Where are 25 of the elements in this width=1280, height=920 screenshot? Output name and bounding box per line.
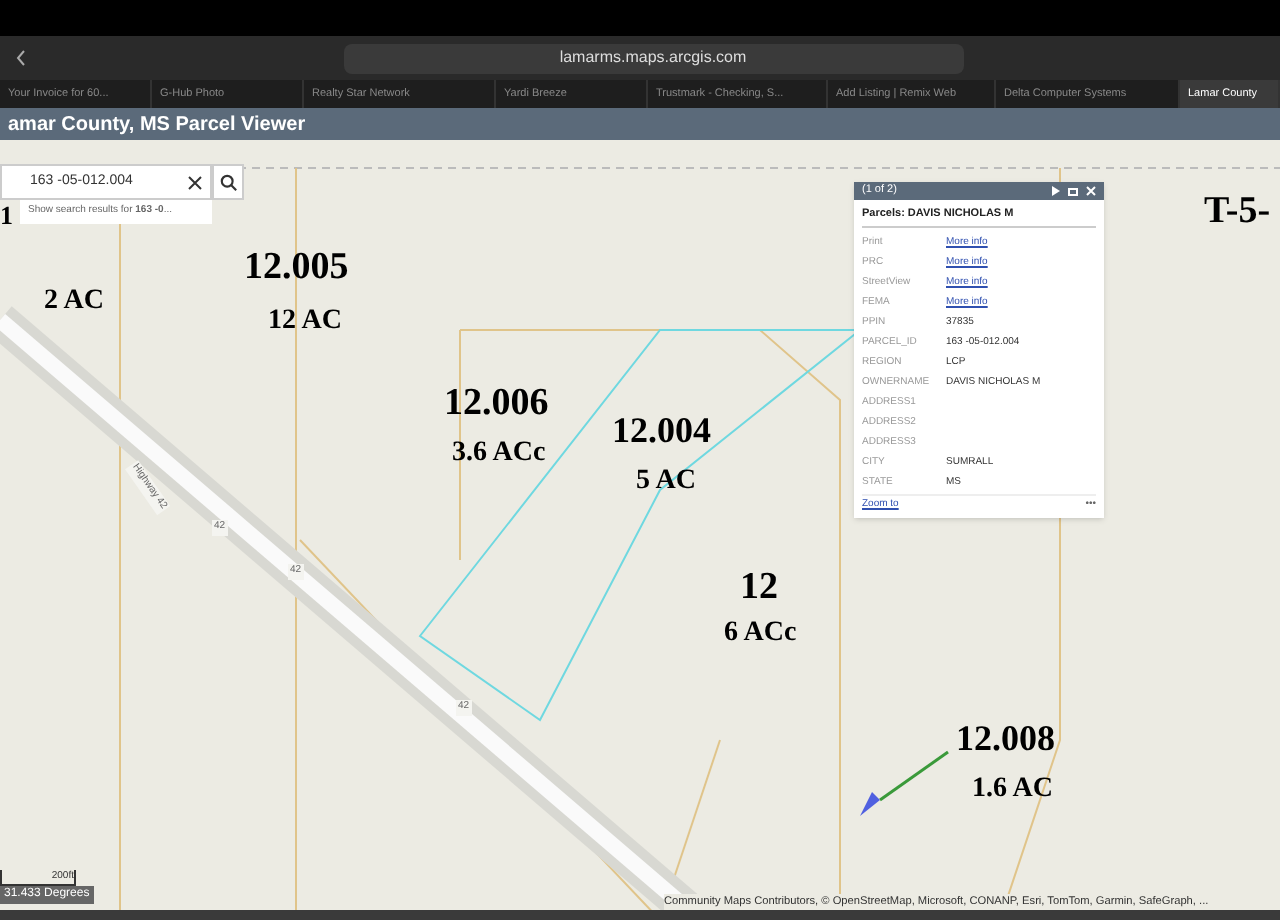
back-icon[interactable] — [16, 50, 26, 66]
address-bar[interactable]: lamarms.maps.arcgis.com — [343, 43, 963, 73]
search-icon — [219, 173, 237, 191]
parcel-label: 5 AC — [636, 464, 696, 500]
clear-icon[interactable] — [188, 175, 202, 189]
parcel-label: 12 AC — [268, 304, 342, 340]
parcel-label: 12.006 — [444, 380, 549, 428]
parcel-label: 12.008 — [956, 716, 1055, 762]
map-canvas[interactable] — [0, 140, 1280, 920]
parcel-label: 3.6 ACc — [452, 436, 546, 472]
arrow-drawing — [860, 750, 949, 816]
parcel-label: T-5- — [1204, 188, 1271, 236]
close-icon[interactable] — [1086, 186, 1096, 196]
url-text: lamarms.maps.arcgis.com — [559, 46, 747, 70]
parcel-label: 6 ACc — [724, 616, 797, 652]
parcel-label: 1.6 AC — [972, 772, 1053, 808]
parcel-label: 12.005 — [244, 244, 349, 292]
parcel-label: 1 — [0, 202, 13, 228]
search-button[interactable] — [212, 164, 244, 200]
maximize-icon[interactable] — [1068, 187, 1078, 195]
parcel-label: 2 AC — [44, 284, 104, 320]
parcel-label: 12 — [740, 564, 778, 612]
next-icon[interactable] — [1052, 186, 1060, 196]
app-title: amar County, MS Parcel Viewer — [8, 111, 306, 139]
parcel-label: 12.004 — [612, 408, 711, 454]
